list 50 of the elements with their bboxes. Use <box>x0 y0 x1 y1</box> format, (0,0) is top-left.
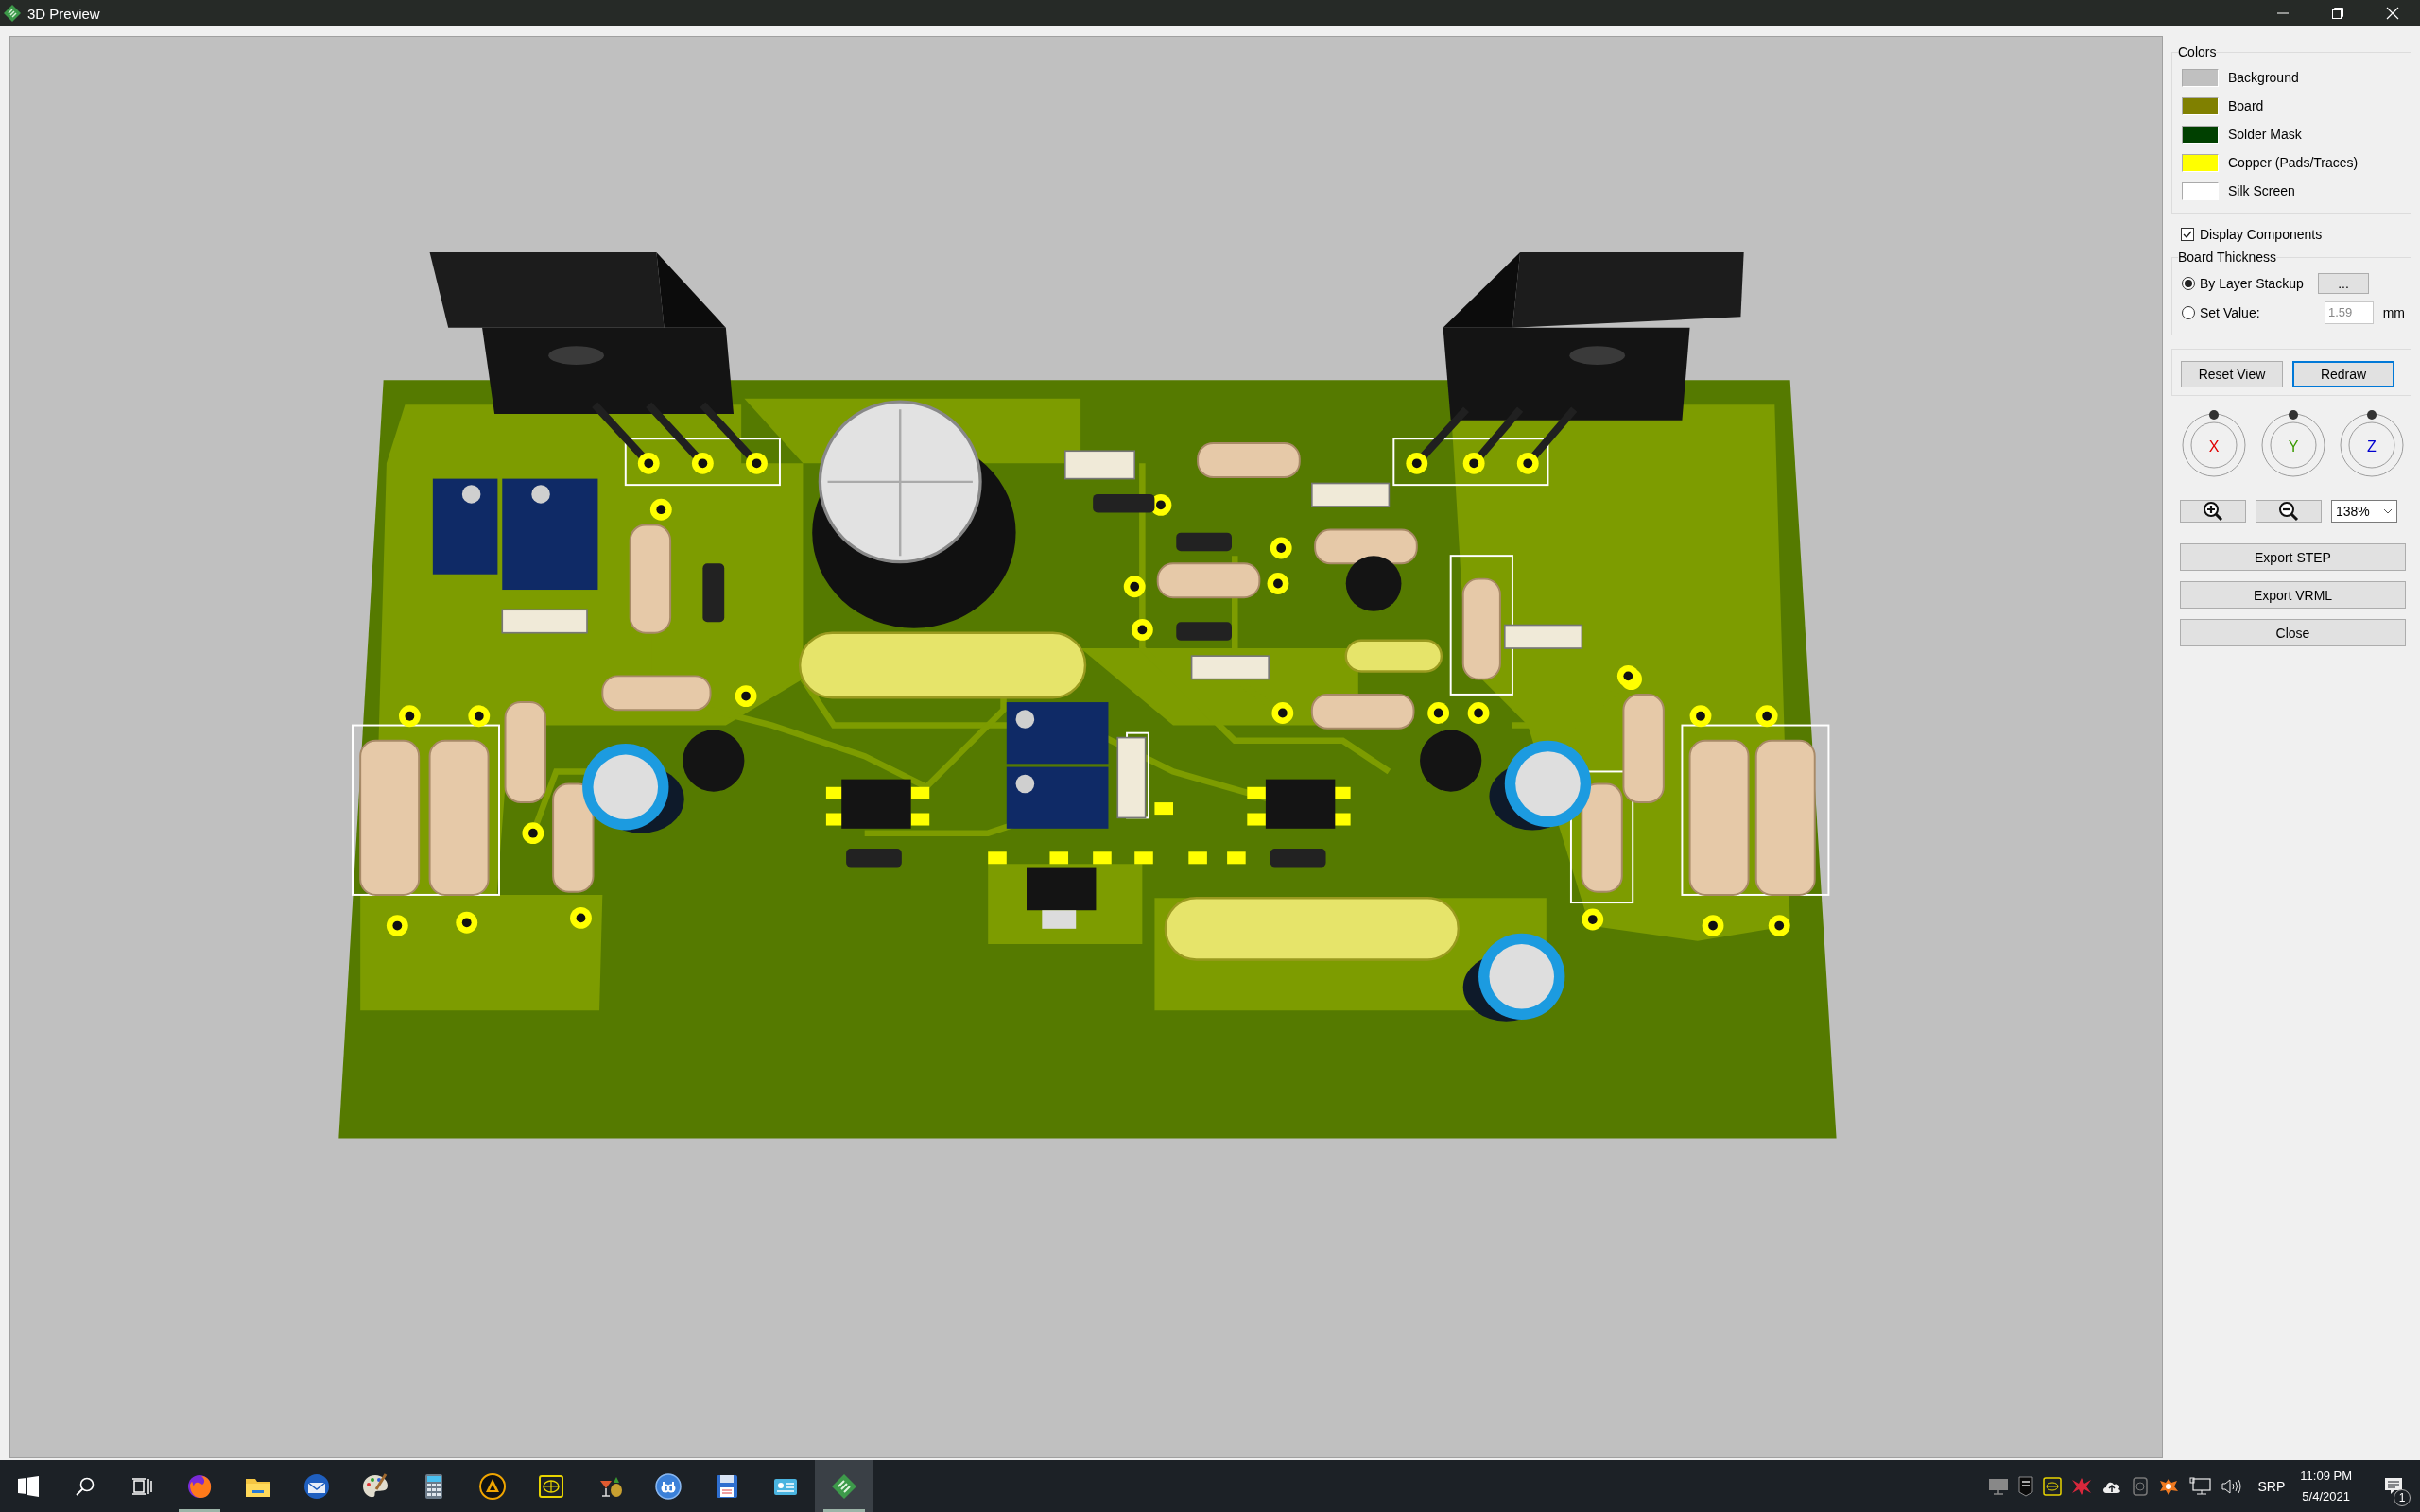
color-swatch[interactable] <box>2182 125 2219 144</box>
color-label: Solder Mask <box>2228 127 2302 142</box>
notifications-button[interactable]: 1 <box>2375 1460 2412 1512</box>
unit-label: mm <box>2381 304 2405 320</box>
search-icon <box>75 1475 95 1497</box>
color-label: Board <box>2228 98 2264 113</box>
app-logo-icon <box>3 4 22 23</box>
globe-icon[interactable] <box>2042 1476 2062 1496</box>
color-label: Silk Screen <box>2228 183 2295 198</box>
clock-time[interactable]: 11:09 PM <box>2300 1465 2352 1486</box>
color-swatch[interactable] <box>2182 153 2219 172</box>
window-title: 3D Preview <box>27 5 100 22</box>
qb-circle-icon <box>653 1470 683 1502</box>
volume-icon[interactable] <box>2220 1476 2243 1496</box>
color-swatch[interactable] <box>2182 96 2219 115</box>
group-title: Colors <box>2178 44 2217 60</box>
view-button[interactable]: Redraw <box>2292 361 2394 387</box>
task-view-icon <box>131 1475 152 1497</box>
restore-icon <box>2331 7 2344 20</box>
chevron-down-icon <box>2383 508 2393 514</box>
checkbox[interactable] <box>2181 228 2194 241</box>
windows-logo-icon <box>18 1475 39 1497</box>
color-label: Background <box>2228 70 2299 85</box>
notification-count: 1 <box>2394 1489 2411 1506</box>
zoom-dropdown[interactable]: 138% <box>2331 500 2397 523</box>
color-label: Copper (Pads/Traces) <box>2228 155 2359 170</box>
radio-label[interactable]: By Layer Stackup <box>2200 275 2304 291</box>
zoom-in-icon <box>2203 501 2223 522</box>
language-indicator[interactable]: SRP <box>2257 1478 2286 1494</box>
zoom-in-button[interactable] <box>2180 500 2246 523</box>
close-icon <box>2386 7 2399 20</box>
watch-icon[interactable] <box>2131 1475 2149 1497</box>
view-button[interactable]: Reset View <box>2181 361 2283 387</box>
clock-date[interactable]: 5/4/2021 <box>2302 1486 2350 1507</box>
checkbox-label[interactable]: Display Components <box>2200 227 2323 242</box>
zoom-out-icon <box>2278 501 2299 522</box>
radio-button[interactable] <box>2182 276 2195 290</box>
shield-icon[interactable] <box>2017 1475 2033 1497</box>
monitor-icon[interactable] <box>1987 1476 2009 1496</box>
action-button[interactable]: Close <box>2180 619 2406 646</box>
star-icon[interactable] <box>2070 1476 2092 1496</box>
action-button[interactable]: Export STEP <box>2180 543 2406 571</box>
action-button[interactable]: Export VRML <box>2180 581 2406 609</box>
group-title: Board Thickness <box>2178 249 2276 265</box>
network-icon[interactable] <box>2187 1476 2211 1496</box>
color-swatch[interactable] <box>2182 68 2219 87</box>
stackup-button[interactable]: ... <box>2318 272 2369 294</box>
color-swatch[interactable] <box>2182 181 2219 200</box>
triangle-logo-icon <box>477 1470 508 1502</box>
zoom-out-button[interactable] <box>2256 500 2322 523</box>
